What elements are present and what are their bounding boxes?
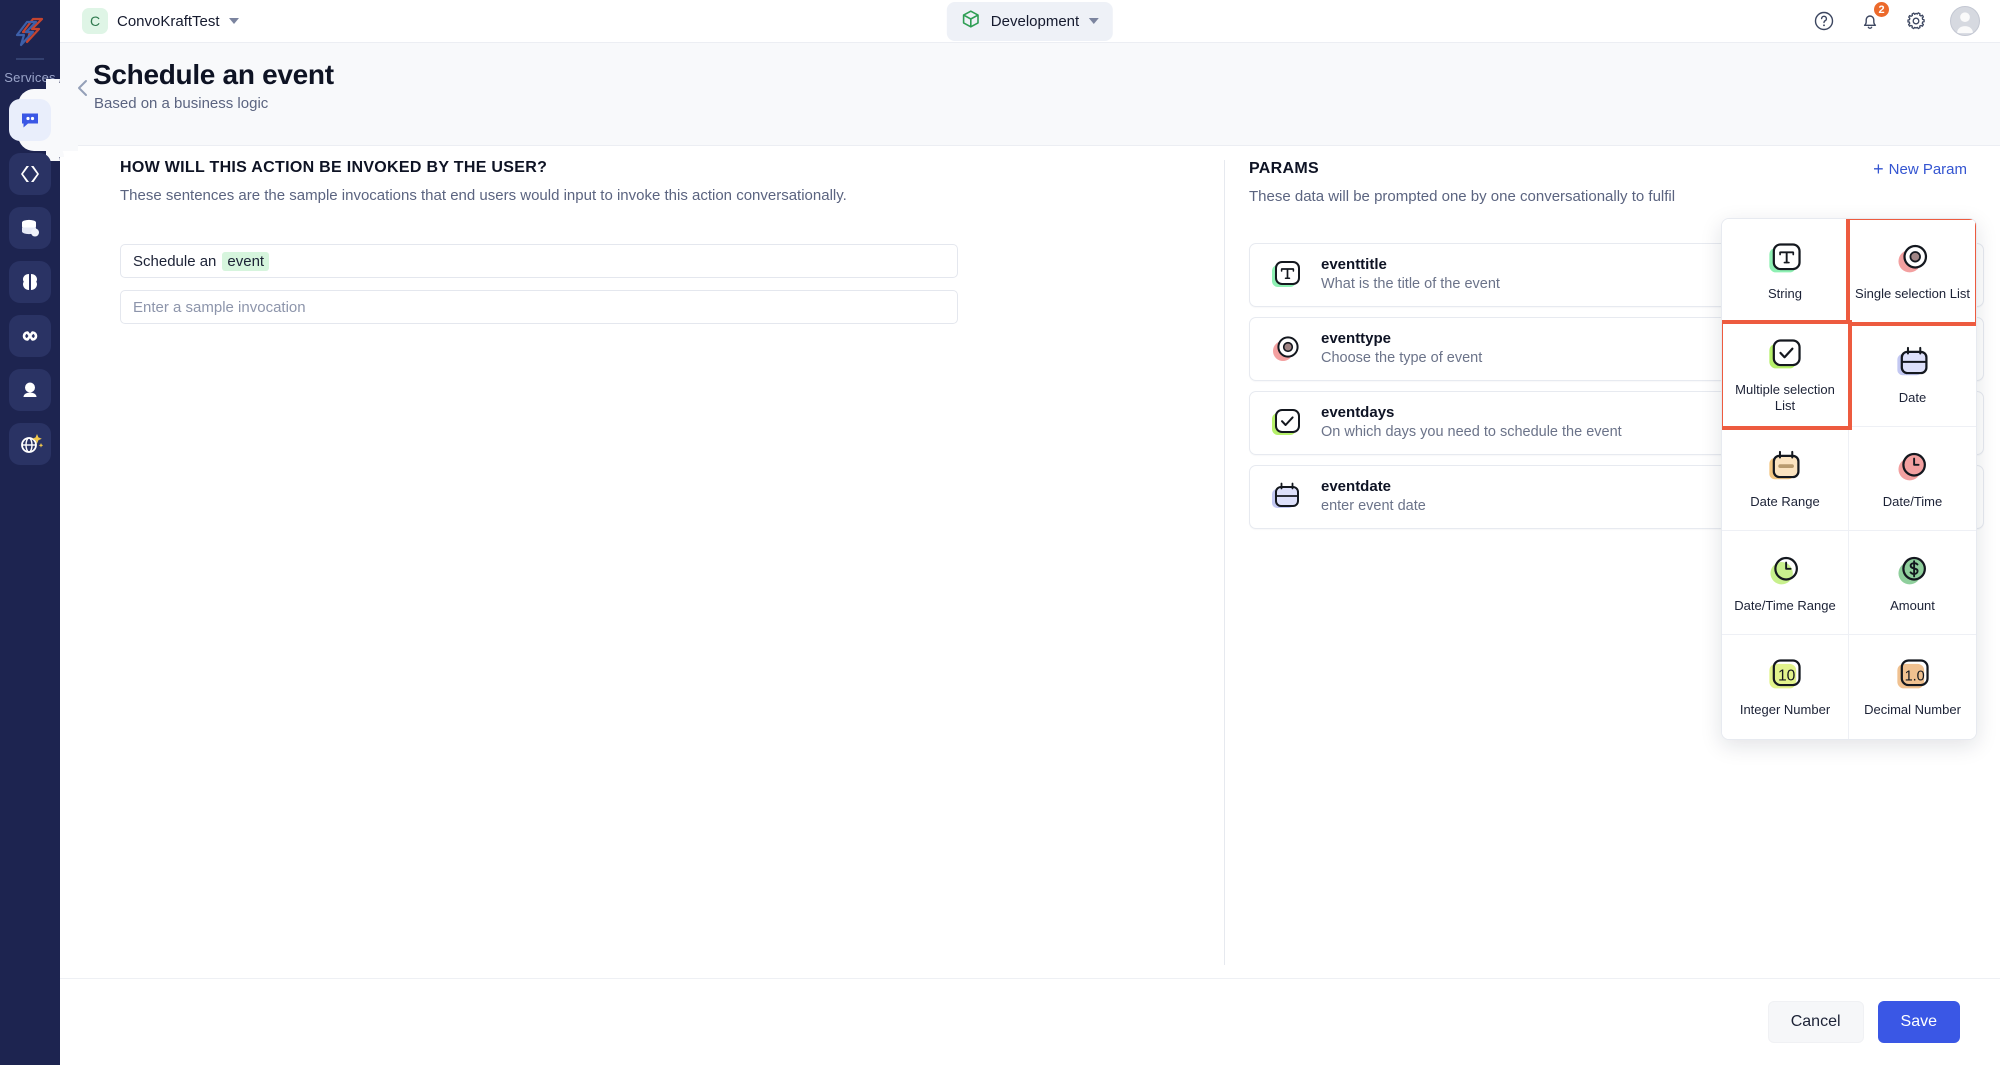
sidebar-item-global-ai[interactable] xyxy=(9,423,51,465)
page-body: HOW WILL THIS ACTION BE INVOKED BY THE U… xyxy=(60,146,2000,978)
invocation-input-0[interactable]: Schedule an event xyxy=(120,244,958,278)
type-option-label: Date/Time xyxy=(1877,494,1948,510)
avatar[interactable] xyxy=(1950,6,1980,36)
page-header: Schedule an event Based on a business lo… xyxy=(60,43,2000,146)
environment-selector[interactable]: Development xyxy=(947,2,1113,41)
date-type-icon xyxy=(1268,479,1304,515)
type-option-amount[interactable]: Amount xyxy=(1849,531,1976,635)
type-option-label: Single selection List xyxy=(1849,286,1976,302)
date-range-type-icon xyxy=(1766,447,1804,487)
top-bar-actions: 2 xyxy=(1812,6,1980,36)
single-selection-type-icon xyxy=(1268,331,1304,367)
type-option-decimal-number[interactable]: 1.0 Decimal Number xyxy=(1849,635,1976,739)
type-option-date[interactable]: Date xyxy=(1849,323,1976,427)
invocation-entity-chip-0: event xyxy=(222,252,269,271)
cube-icon xyxy=(961,9,981,34)
decimal-type-icon: 1.0 xyxy=(1894,655,1932,695)
chat-bubble-icon xyxy=(18,108,42,132)
type-option-integer-number[interactable]: 10 Integer Number xyxy=(1722,635,1849,739)
sidebar-item-code[interactable] xyxy=(9,153,51,195)
bell-icon[interactable]: 2 xyxy=(1858,9,1882,33)
string-type-icon xyxy=(1268,257,1304,293)
invocations-column: HOW WILL THIS ACTION BE INVOKED BY THE U… xyxy=(60,146,1224,978)
sidebar-item-conversations[interactable] xyxy=(9,99,51,141)
single-selection-type-icon xyxy=(1894,239,1932,279)
type-option-label: String xyxy=(1762,286,1808,302)
add-new-param-label: New Param xyxy=(1889,161,1967,178)
plus-icon: + xyxy=(1873,160,1884,178)
param-name: eventtitle xyxy=(1321,255,1500,275)
project-name: ConvoKraftTest xyxy=(117,13,220,30)
invocation-section-title: HOW WILL THIS ACTION BE INVOKED BY THE U… xyxy=(120,159,1224,177)
invocation-input-list: Schedule an event Enter a sample invocat… xyxy=(120,244,958,324)
param-name: eventdays xyxy=(1321,403,1622,423)
params-section-description: These data will be prompted one by one c… xyxy=(1249,188,2000,205)
page-subtitle: Based on a business logic xyxy=(94,95,268,112)
type-option-datetime[interactable]: Date/Time xyxy=(1849,427,1976,531)
param-description: What is the title of the event xyxy=(1321,275,1500,295)
convokraft-logo-icon[interactable] xyxy=(9,10,51,52)
invocation-section-description: These sentences are the sample invocatio… xyxy=(120,187,1224,204)
sidebar-item-data[interactable] xyxy=(9,207,51,249)
project-avatar: C xyxy=(82,8,108,34)
type-option-label: Integer Number xyxy=(1734,702,1836,718)
type-option-date-range[interactable]: Date Range xyxy=(1722,427,1849,531)
svg-text:10: 10 xyxy=(1778,668,1796,685)
project-selector[interactable]: C ConvoKraftTest xyxy=(82,8,239,34)
param-name: eventtype xyxy=(1321,329,1482,349)
param-name: eventdate xyxy=(1321,477,1426,497)
gear-icon[interactable] xyxy=(1904,9,1928,33)
invocation-placeholder-1: Enter a sample invocation xyxy=(133,299,306,316)
page-title: Schedule an event xyxy=(93,59,334,91)
database-stack-icon xyxy=(18,216,42,240)
type-option-label: Decimal Number xyxy=(1858,702,1967,718)
type-option-label: Amount xyxy=(1884,598,1941,614)
datetime-range-type-icon xyxy=(1766,551,1804,591)
app-shell: C ConvoKraftTest Development xyxy=(60,0,2000,1065)
param-description: Choose the type of event xyxy=(1321,349,1482,369)
string-type-icon xyxy=(1766,239,1804,279)
chevron-down-icon-env xyxy=(1089,18,1099,24)
date-type-icon xyxy=(1894,343,1932,383)
param-description: enter event date xyxy=(1321,497,1426,517)
invocation-input-1[interactable]: Enter a sample invocation xyxy=(120,290,958,324)
type-option-label: Date xyxy=(1893,390,1932,406)
environment-name: Development xyxy=(991,13,1079,30)
type-option-datetime-range[interactable]: Date/Time Range xyxy=(1722,531,1849,635)
avatar-bust-icon xyxy=(18,378,42,402)
multiple-selection-type-icon xyxy=(1268,405,1304,441)
type-option-string[interactable]: String xyxy=(1722,219,1849,323)
multiple-selection-type-icon xyxy=(1766,335,1804,375)
param-type-picker: String Single selection List Multiple se… xyxy=(1721,218,1977,740)
globe-sparkle-icon xyxy=(17,431,43,457)
type-option-label: Multiple selection List xyxy=(1722,382,1848,415)
notification-badge: 2 xyxy=(1872,0,1891,19)
svg-text:1.0: 1.0 xyxy=(1904,669,1924,685)
cancel-button[interactable]: Cancel xyxy=(1768,1001,1864,1043)
invocation-text-0: Schedule an xyxy=(133,253,216,270)
integer-type-icon: 10 xyxy=(1766,655,1804,695)
brain-icon xyxy=(18,270,42,294)
infinity-link-icon xyxy=(18,324,42,348)
top-bar: C ConvoKraftTest Development xyxy=(60,0,2000,43)
type-option-label: Date/Time Range xyxy=(1728,598,1841,614)
amount-type-icon xyxy=(1894,551,1932,591)
save-button[interactable]: Save xyxy=(1878,1001,1960,1043)
type-option-multiple-selection-list[interactable]: Multiple selection List xyxy=(1722,323,1849,427)
type-option-single-selection-list[interactable]: Single selection List xyxy=(1849,219,1976,323)
code-brackets-icon xyxy=(18,162,42,186)
sidebar-item-ai-brain[interactable] xyxy=(9,261,51,303)
sidebar-item-profile-service[interactable] xyxy=(9,369,51,411)
left-nav-rail: Services xyxy=(0,0,60,1065)
chevron-down-icon xyxy=(229,18,239,24)
type-option-label: Date Range xyxy=(1744,494,1825,510)
footer-actions: Cancel Save xyxy=(60,978,2000,1065)
rail-item-list xyxy=(0,99,60,465)
param-description: On which days you need to schedule the e… xyxy=(1321,423,1622,443)
help-circle-icon[interactable] xyxy=(1812,9,1836,33)
datetime-type-icon xyxy=(1894,447,1932,487)
sidebar-item-integrations[interactable] xyxy=(9,315,51,357)
rail-divider xyxy=(16,58,44,60)
add-new-param-button[interactable]: + New Param xyxy=(1873,160,1967,178)
